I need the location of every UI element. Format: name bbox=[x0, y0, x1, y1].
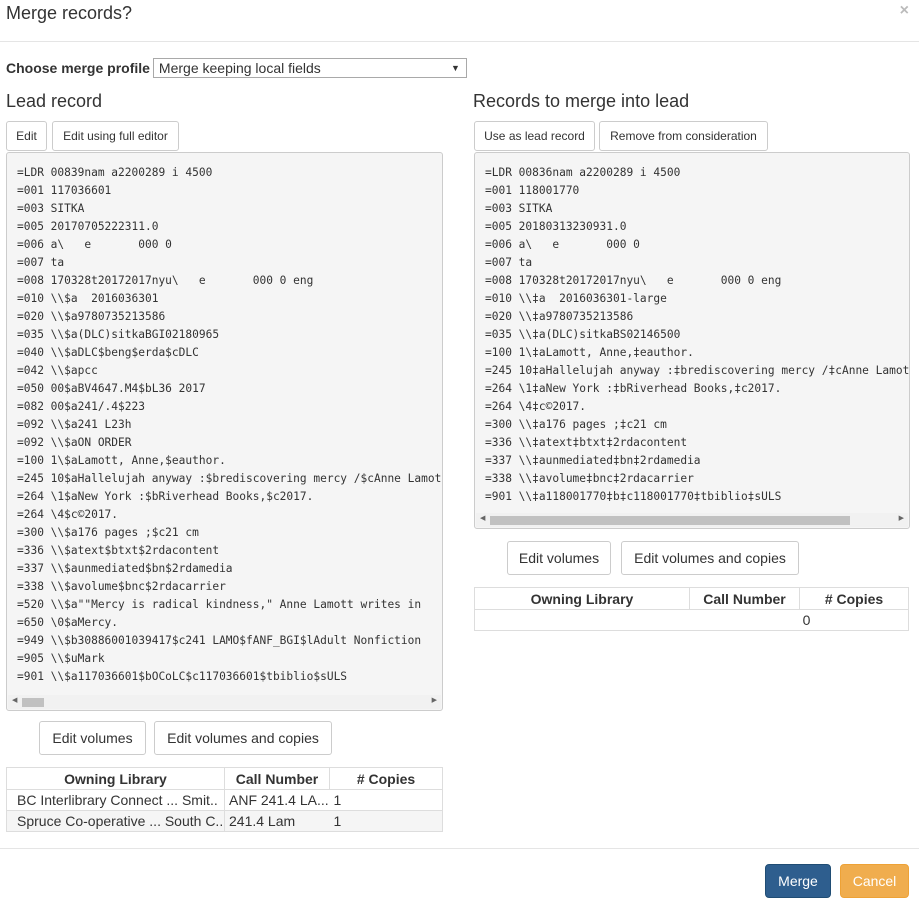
merge-button[interactable]: Merge bbox=[765, 864, 831, 898]
marc-field-line: =040 \\$aDLC$beng$erda$cDLC bbox=[17, 346, 199, 359]
marc-field-line: =007 ta bbox=[17, 256, 65, 269]
marc-field-line: =092 \\$a241 L23h bbox=[17, 418, 132, 431]
call-number-cell: ANF 241.4 LA... bbox=[224, 789, 330, 811]
merge-profile-value: Merge keeping local fields bbox=[158, 60, 321, 76]
marc-field-line: =010 \\‡a 2016036301-large bbox=[485, 292, 667, 305]
marc-field-line: =006 a\ e 000 0 bbox=[17, 238, 172, 251]
lead-edit-volumes-copies-button[interactable]: Edit volumes and copies bbox=[154, 721, 332, 755]
owning-library-cell: Spruce Co-operative ... South C.. bbox=[6, 810, 225, 832]
horizontal-scrollbar[interactable]: ◀ ▶ bbox=[8, 695, 441, 709]
marc-field-line: =245 10‡aHallelujah anyway :‡brediscover… bbox=[485, 364, 910, 377]
close-icon[interactable]: × bbox=[900, 2, 909, 20]
merge-edit-volumes-button[interactable]: Edit volumes bbox=[507, 541, 611, 575]
marc-field-line: =050 00$aBV4647.M4$bL36 2017 bbox=[17, 382, 206, 395]
table-row: 0 bbox=[474, 609, 909, 631]
copies-cell: 1 bbox=[329, 810, 443, 832]
marc-field-line: =264 \4$c©2017. bbox=[17, 508, 119, 521]
marc-field-line: =949 \\$b30886001039417$c241 LAMO$fANF_B… bbox=[17, 634, 422, 647]
cancel-button[interactable]: Cancel bbox=[840, 864, 909, 898]
scrollbar-thumb[interactable] bbox=[490, 516, 850, 525]
marc-field-line: =336 \\‡atext‡btxt‡2rdacontent bbox=[485, 436, 688, 449]
marc-field-line: =264 \1‡aNew York :‡bRiverhead Books,‡c2… bbox=[485, 382, 782, 395]
marc-field-line: =008 170328t20172017nyu\ e 000 0 eng bbox=[485, 274, 782, 287]
marc-field-line: =003 SITKA bbox=[17, 202, 85, 215]
lead-holdings-table: Owning Library Call Number # Copies BC Int… bbox=[6, 767, 443, 832]
scroll-right-icon[interactable]: ▶ bbox=[899, 514, 904, 522]
scroll-right-icon[interactable]: ▶ bbox=[432, 696, 437, 704]
marc-field-line: =300 \\$a176 pages ;$c21 cm bbox=[17, 526, 199, 539]
marc-field-line: =264 \1$aNew York :$bRiverhead Books,$c2… bbox=[17, 490, 314, 503]
dialog-title: Merge records? bbox=[6, 3, 133, 23]
lead-marc-view[interactable]: =LDR 00839nam a2200289 i 4500 =001 117036… bbox=[6, 152, 443, 711]
table-row: BC Interlibrary Connect ... Smit.. ANF 24… bbox=[6, 789, 443, 811]
merge-profile-select[interactable]: Merge keeping local fields ▼ bbox=[152, 58, 467, 78]
merge-profile-row: Choose merge profile Merge keeping local… bbox=[6, 58, 467, 78]
marc-field-line: =338 \\‡avolume‡bnc‡2rdacarrier bbox=[485, 472, 694, 485]
marc-field-line: =020 \\‡a9780735213586 bbox=[485, 310, 634, 323]
use-as-lead-button[interactable]: Use as lead record bbox=[474, 121, 595, 151]
marc-field-line: =005 20180313230931.0 bbox=[485, 220, 627, 233]
marc-field-line: =035 \\‡a(DLC)sitkaBS02146500 bbox=[485, 328, 681, 341]
marc-field-line: =003 SITKA bbox=[485, 202, 553, 215]
marc-field-line: =005 20170705222311.0 bbox=[17, 220, 159, 233]
copies-cell: 1 bbox=[329, 789, 443, 811]
marc-field-line: =LDR 00836nam a2200289 i 4500 bbox=[485, 166, 681, 179]
scroll-left-icon[interactable]: ◀ bbox=[480, 514, 485, 522]
owning-library-cell: BC Interlibrary Connect ... Smit.. bbox=[6, 789, 225, 811]
column-header: Call Number bbox=[689, 587, 800, 610]
column-header: Owning Library bbox=[474, 587, 690, 610]
marc-field-line: =337 \\‡aunmediated‡bn‡2rdamedia bbox=[485, 454, 701, 467]
dialog-footer bbox=[0, 848, 919, 849]
marc-field-line: =336 \\$atext$btxt$2rdacontent bbox=[17, 544, 220, 557]
marc-field-line: =100 1\$aLamott, Anne,$eauthor. bbox=[17, 454, 226, 467]
marc-field-line: =100 1\‡aLamott, Anne,‡eauthor. bbox=[485, 346, 694, 359]
dropdown-arrow-icon: ▼ bbox=[451, 63, 460, 73]
marc-field-line: =901 \\‡a118001770‡b‡c118001770‡tbiblio‡… bbox=[485, 490, 782, 503]
marc-field-line: =650 \0$aMercy. bbox=[17, 616, 119, 629]
column-header: # Copies bbox=[799, 587, 909, 610]
column-header: Call Number bbox=[224, 767, 330, 790]
marc-field-line: =035 \\$a(DLC)sitkaBGI02180965 bbox=[17, 328, 220, 341]
marc-field-line: =042 \\$apcc bbox=[17, 364, 98, 377]
marc-field-line: =245 10$aHallelujah anyway :$brediscover… bbox=[17, 472, 443, 485]
lead-record-heading: Lead record bbox=[6, 91, 103, 111]
marc-field-line: =337 \\$aunmediated$bn$2rdamedia bbox=[17, 562, 233, 575]
marc-field-line: =007 ta bbox=[485, 256, 533, 269]
marc-field-line: =006 a\ e 000 0 bbox=[485, 238, 640, 251]
scrollbar-thumb[interactable] bbox=[22, 698, 44, 707]
call-number-cell: 241.4 Lam bbox=[224, 810, 330, 832]
marc-field-line: =905 \\$uMark bbox=[17, 652, 105, 665]
edit-full-editor-button[interactable]: Edit using full editor bbox=[52, 121, 179, 151]
marc-field-line: =082 00$a241/.4$223 bbox=[17, 400, 145, 413]
marc-field-line: =338 \\$avolume$bnc$2rdacarrier bbox=[17, 580, 226, 593]
copies-total: 0 bbox=[474, 609, 909, 631]
merge-marc-view[interactable]: =LDR 00836nam a2200289 i 4500 =001 118001… bbox=[474, 152, 910, 529]
edit-button[interactable]: Edit bbox=[6, 121, 47, 151]
marc-field-line: =008 170328t20172017nyu\ e 000 0 eng bbox=[17, 274, 314, 287]
dialog-header: Merge records? × bbox=[0, 0, 919, 42]
merge-profile-label: Choose merge profile bbox=[6, 60, 150, 76]
marc-field-line: =010 \\$a 2016036301 bbox=[17, 292, 159, 305]
marc-field-line: =001 118001770 bbox=[485, 184, 580, 197]
marc-field-line: =264 \4‡c©2017. bbox=[485, 400, 587, 413]
marc-field-line: =520 \\$a""Mercy is radical kindness," A… bbox=[17, 598, 422, 611]
marc-field-line: =901 \\$a117036601$bOCoLC$c117036601$tbi… bbox=[17, 670, 348, 683]
merge-records-heading: Records to merge into lead bbox=[473, 91, 690, 111]
marc-field-line: =092 \\$aON ORDER bbox=[17, 436, 132, 449]
marc-field-line: =300 \\‡a176 pages ;‡c21 cm bbox=[485, 418, 667, 431]
remove-from-consideration-button[interactable]: Remove from consideration bbox=[599, 121, 768, 151]
marc-field-line: =020 \\$a9780735213586 bbox=[17, 310, 166, 323]
scroll-left-icon[interactable]: ◀ bbox=[12, 696, 17, 704]
marc-field-line: =001 117036601 bbox=[17, 184, 112, 197]
column-header: Owning Library bbox=[6, 767, 225, 790]
merge-holdings-table: Owning Library Call Number # Copies 0 bbox=[474, 587, 909, 631]
marc-field-line: =LDR 00839nam a2200289 i 4500 bbox=[17, 166, 213, 179]
lead-edit-volumes-button[interactable]: Edit volumes bbox=[39, 721, 146, 755]
merge-edit-volumes-copies-button[interactable]: Edit volumes and copies bbox=[621, 541, 799, 575]
table-row: Spruce Co-operative ... South C.. 241.4 L… bbox=[6, 810, 443, 832]
horizontal-scrollbar[interactable]: ◀ ▶ bbox=[476, 513, 908, 527]
column-header: # Copies bbox=[329, 767, 443, 790]
